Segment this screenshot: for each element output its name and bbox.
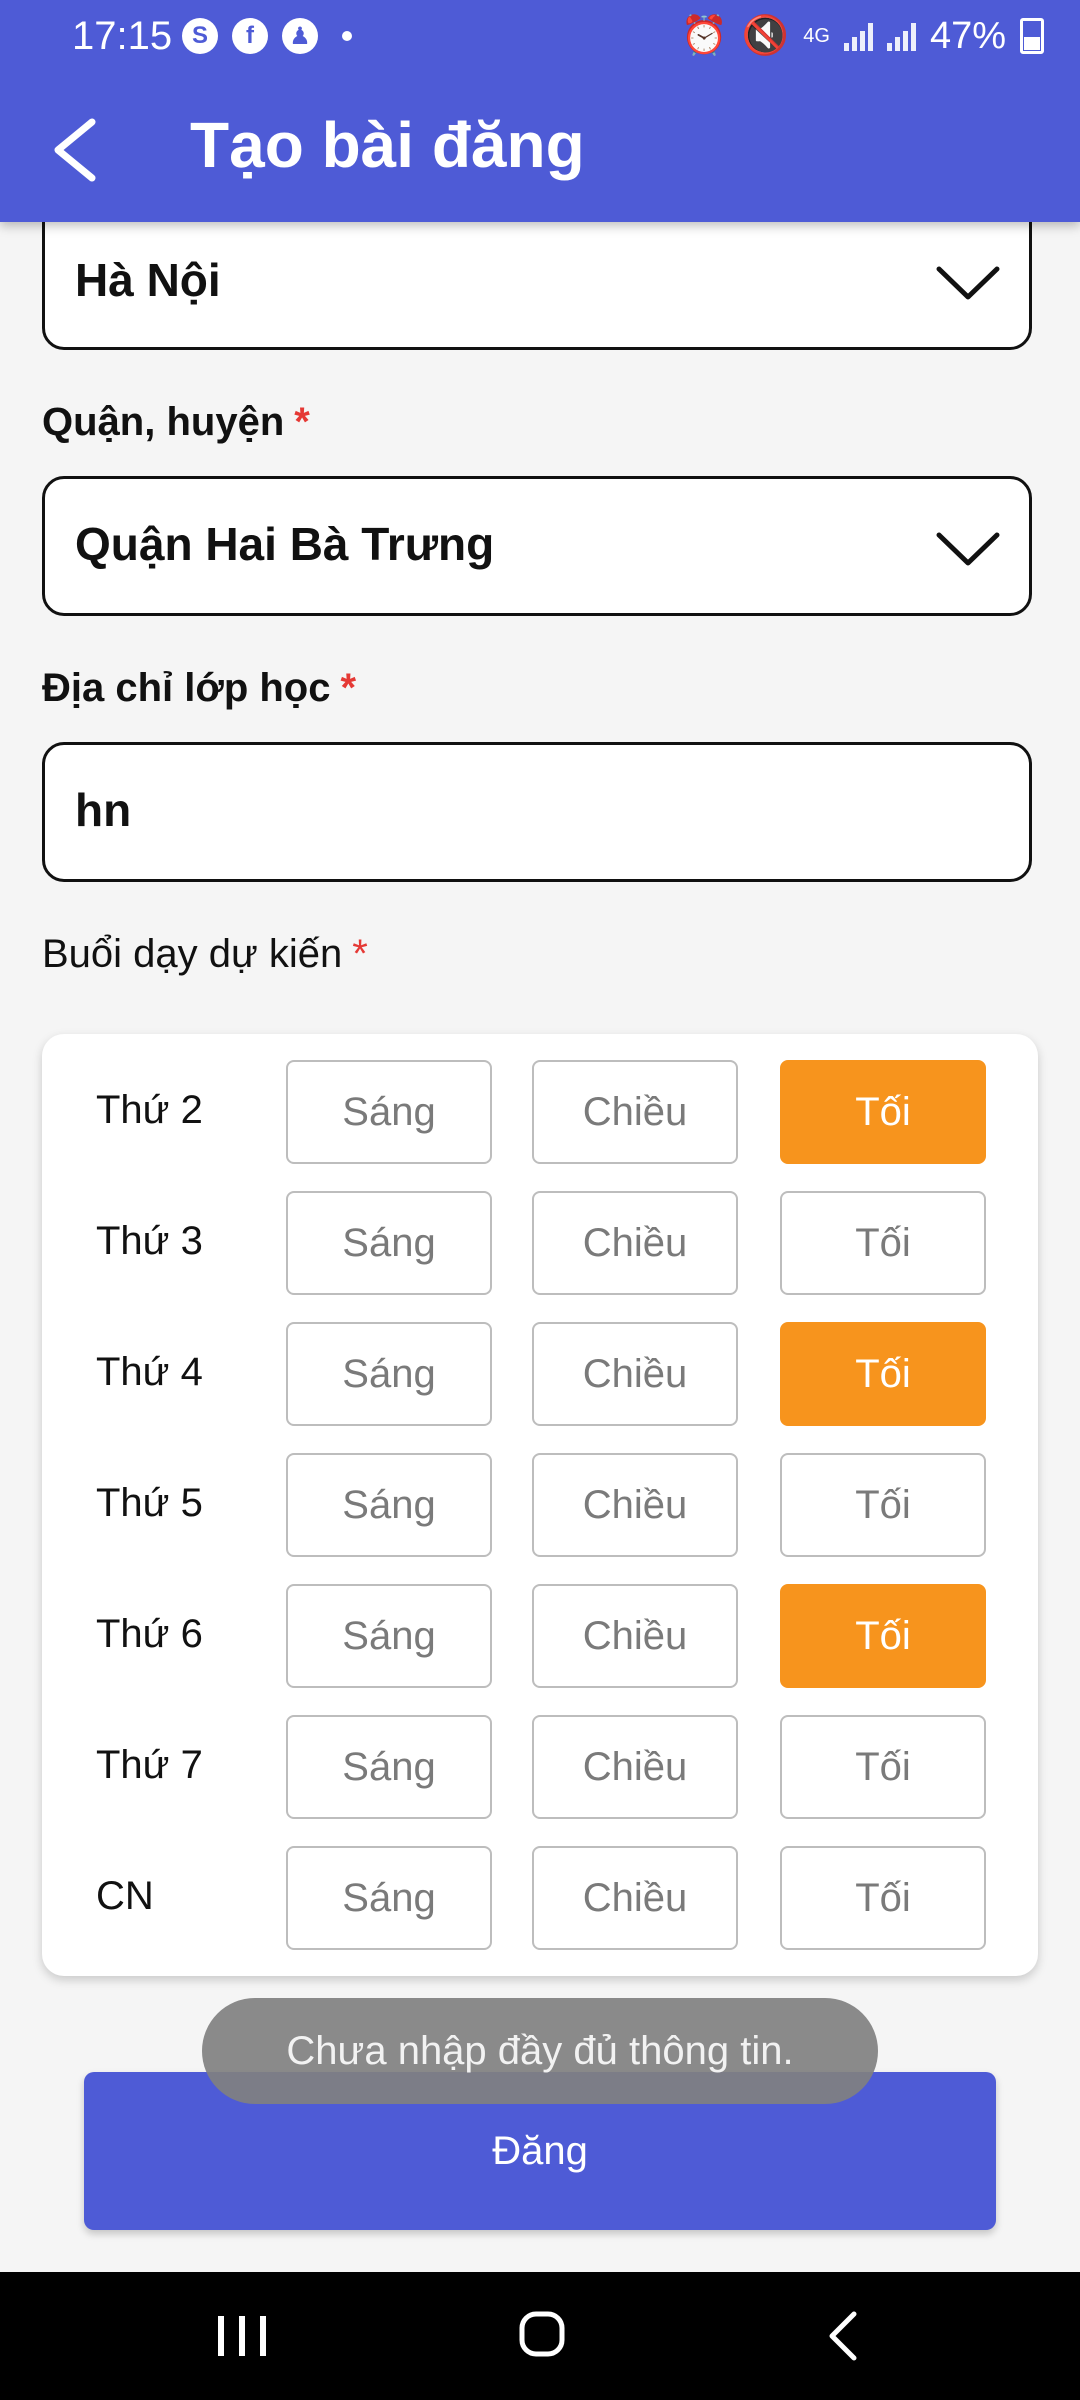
slot-toggle-evening[interactable]: Tối — [780, 1322, 986, 1426]
address-input[interactable]: hn — [42, 742, 1032, 882]
slot-toggle-evening[interactable]: Tối — [780, 1060, 986, 1164]
district-label-text: Quận, huyện — [42, 400, 285, 444]
slot-toggle-afternoon[interactable]: Chiều — [532, 1191, 738, 1295]
status-time: 17:15 — [72, 14, 173, 58]
district-label: Quận, huyện * — [42, 400, 310, 445]
slot-toggle-morning[interactable]: Sáng — [286, 1453, 492, 1557]
signal-icon — [843, 21, 873, 51]
required-mark: * — [352, 932, 368, 976]
back-icon — [829, 2311, 857, 2361]
slot-toggle-evening[interactable]: Tối — [780, 1191, 986, 1295]
day-label: Thứ 7 — [96, 1743, 203, 1787]
slot-toggle-morning[interactable]: Sáng — [286, 1191, 492, 1295]
chevron-down-icon — [936, 532, 1000, 566]
back-button[interactable] — [40, 110, 110, 190]
schedule-card: Thứ 2 Sáng Chiều Tối Thứ 3 Sáng Chiều Tối Thứ 4 S… — [42, 1034, 1038, 1976]
recent-apps-button[interactable] — [192, 2296, 292, 2376]
address-input-value: hn — [75, 784, 132, 836]
district-select-value: Quận Hai Bà Trưng — [75, 518, 495, 570]
slot-toggle-afternoon[interactable]: Chiều — [532, 1060, 738, 1164]
recent-apps-icon — [218, 2316, 266, 2356]
schedule-label-text: Buổi dạy dự kiến — [42, 932, 343, 976]
slot-toggle-morning[interactable]: Sáng — [286, 1322, 492, 1426]
mute-icon: 🔇 — [741, 15, 790, 57]
signal-icon-2 — [886, 21, 916, 51]
status-notification-icons: S f ♟ — [182, 18, 352, 54]
notification-icon: ♟ — [282, 18, 318, 54]
schedule-row: Thứ 7 Sáng Chiều Tối — [42, 1715, 1038, 1819]
page-title: Tạo bài đăng — [190, 109, 585, 181]
slot-toggle-evening[interactable]: Tối — [780, 1846, 986, 1950]
day-label: Thứ 4 — [96, 1350, 203, 1394]
battery-percent: 47% — [929, 14, 1006, 57]
chevron-left-icon — [54, 118, 96, 182]
chevron-down-icon — [936, 266, 1000, 300]
day-label: CN — [96, 1874, 154, 1918]
required-mark: * — [340, 666, 357, 710]
battery-icon — [1020, 18, 1044, 54]
slot-toggle-afternoon[interactable]: Chiều — [532, 1584, 738, 1688]
slot-toggle-evening[interactable]: Tối — [780, 1584, 986, 1688]
slot-toggle-morning[interactable]: Sáng — [286, 1060, 492, 1164]
day-label: Thứ 5 — [96, 1481, 203, 1525]
day-label: Thứ 6 — [96, 1612, 203, 1656]
slot-toggle-morning[interactable]: Sáng — [286, 1715, 492, 1819]
slot-toggle-morning[interactable]: Sáng — [286, 1584, 492, 1688]
schedule-row: Thứ 6 Sáng Chiều Tối — [42, 1584, 1038, 1688]
slot-toggle-afternoon[interactable]: Chiều — [532, 1846, 738, 1950]
schedule-label: Buổi dạy dự kiến * — [42, 932, 368, 977]
schedule-row: CN Sáng Chiều Tối — [42, 1846, 1038, 1950]
facebook-icon: f — [232, 18, 268, 54]
slot-toggle-evening[interactable]: Tối — [780, 1453, 986, 1557]
slot-toggle-morning[interactable]: Sáng — [286, 1846, 492, 1950]
skype-icon: S — [182, 18, 218, 54]
slot-toggle-afternoon[interactable]: Chiều — [532, 1453, 738, 1557]
slot-toggle-evening[interactable]: Tối — [780, 1715, 986, 1819]
schedule-row: Thứ 5 Sáng Chiều Tối — [42, 1453, 1038, 1557]
app-bar: 17:15 S f ♟ ⏰ 🔇 4G 47% Tạo bài đăng — [0, 0, 1080, 222]
schedule-row: Thứ 3 Sáng Chiều Tối — [42, 1191, 1038, 1295]
more-notifications-icon — [342, 31, 352, 41]
slot-toggle-afternoon[interactable]: Chiều — [532, 1715, 738, 1819]
system-nav-bar — [0, 2272, 1080, 2400]
city-select[interactable]: Hà Nội — [42, 200, 1032, 350]
schedule-row: Thứ 2 Sáng Chiều Tối — [42, 1060, 1038, 1164]
day-label: Thứ 2 — [96, 1088, 203, 1132]
city-select-value: Hà Nội — [75, 254, 221, 306]
district-select[interactable]: Quận Hai Bà Trưng — [42, 476, 1032, 616]
slot-toggle-afternoon[interactable]: Chiều — [532, 1322, 738, 1426]
required-mark: * — [294, 400, 310, 444]
day-label: Thứ 3 — [96, 1219, 203, 1263]
home-button[interactable] — [492, 2296, 592, 2376]
schedule-row: Thứ 4 Sáng Chiều Tối — [42, 1322, 1038, 1426]
network-type: 4G — [803, 24, 830, 47]
nav-back-button[interactable] — [794, 2296, 894, 2376]
alarm-icon: ⏰ — [680, 15, 728, 57]
address-label: Địa chỉ lớp học * — [42, 666, 356, 711]
toast-message: Chưa nhập đầy đủ thông tin. — [202, 1998, 878, 2104]
address-label-text: Địa chỉ lớp học — [42, 666, 331, 710]
home-icon — [519, 2311, 565, 2357]
status-right: ⏰ 🔇 4G 47% — [681, 14, 1044, 58]
